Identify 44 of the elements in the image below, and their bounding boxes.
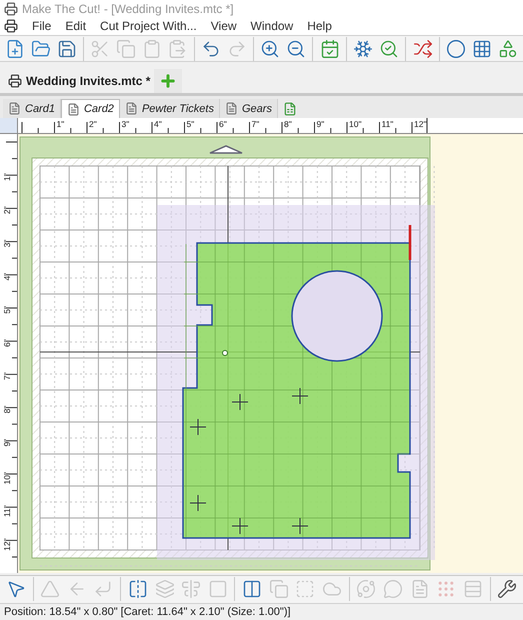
page-tab[interactable]: Card1 [3, 99, 61, 118]
ruler-label: 9" [2, 439, 12, 447]
page-icon [124, 102, 138, 116]
menu-item[interactable]: File [32, 17, 52, 35]
ruler-label: 6" [2, 340, 12, 348]
ruler-label: 4" [154, 119, 162, 130]
ruler-label: 11" [382, 119, 394, 130]
ruler-label: 2" [2, 206, 12, 215]
ruler-label: 10" [349, 119, 362, 130]
page-tab[interactable]: Pewter Tickets [120, 99, 220, 118]
ruler-label: 7" [252, 119, 260, 130]
menu-item[interactable]: View [210, 17, 237, 35]
ruler-label: 11" [2, 506, 12, 518]
menu-item[interactable]: Window [250, 17, 294, 35]
ruler-label: 8" [2, 406, 12, 414]
ruler-label: 3" [122, 119, 130, 130]
ruler-label: 2" [89, 119, 97, 130]
status-text: Position: 18.54" x 0.80" [Caret: 11.64" x 2.10" (Size: 1.00")] [4, 604, 291, 620]
ruler-label: 9" [316, 119, 324, 130]
window-title: Make The Cut! - [Wedding Invites.mtc *] [22, 0, 234, 18]
page-tab[interactable]: Gears [220, 99, 278, 118]
menu-item[interactable]: Help [307, 17, 332, 35]
plus-icon [159, 72, 178, 90]
page-icon [224, 102, 238, 116]
document-tab-label: Wedding Invites.mtc * [26, 73, 150, 90]
page-icon [8, 102, 21, 116]
ruler-label: 12" [2, 538, 12, 552]
ruler-label: 10" [2, 472, 12, 485]
ruler-label: 12" [414, 119, 426, 130]
page-icon [66, 102, 80, 116]
menu-item[interactable]: Cut Project With... [100, 17, 197, 35]
ruler-label: 4" [2, 273, 12, 281]
ruler-label: 3" [2, 240, 12, 248]
ruler-label: 5" [186, 119, 194, 130]
add-page-icon [282, 102, 297, 116]
ruler-label: 6" [219, 119, 227, 130]
ruler-label: 5" [2, 306, 12, 314]
ruler-label: 8" [284, 119, 292, 130]
ruler-label: 1" [2, 174, 12, 182]
ruler-label: 1" [56, 119, 64, 130]
add-document-button[interactable] [154, 69, 182, 94]
ruler-label: 7" [2, 372, 12, 381]
menu-item[interactable]: Edit [65, 17, 86, 35]
page-tab[interactable]: Card2 [60, 99, 120, 118]
